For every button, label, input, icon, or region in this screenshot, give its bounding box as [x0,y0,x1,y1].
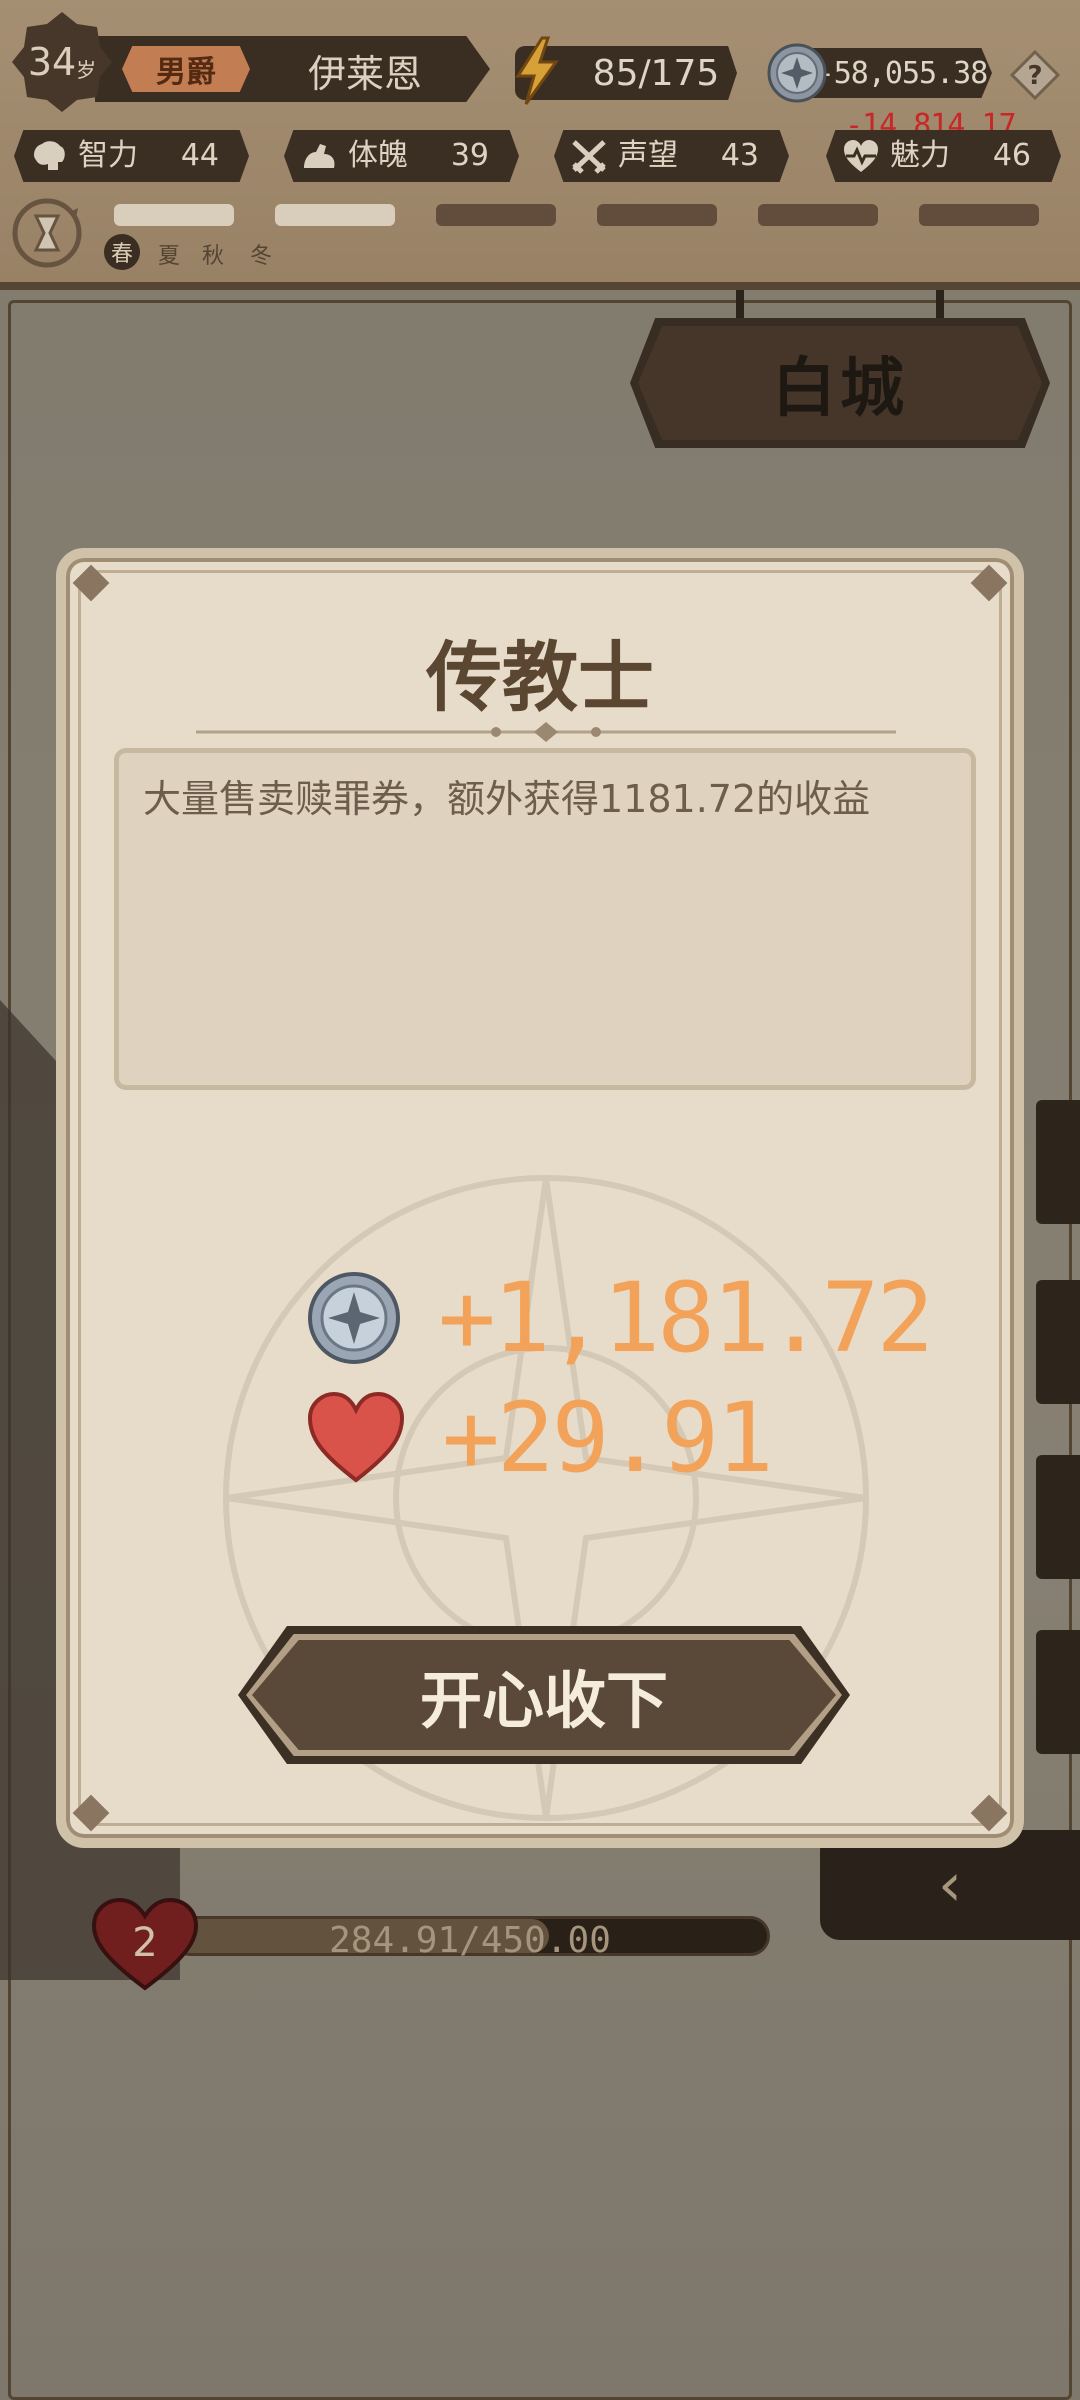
reward-charm: +29.91 [306,1382,774,1494]
heart-icon [307,1392,405,1483]
reward-coins: +1,181.72 [306,1262,934,1374]
ornament-divider [196,722,896,742]
dialog-description: 大量售卖赎罪券，额外获得1181.72的收益 [114,748,976,1090]
silver-coin-icon [308,1272,400,1364]
dialog-title: 传教士 [426,633,654,722]
accept-button-label: 开心收下 [252,1640,836,1750]
event-dialog: 传教士 大量售卖赎罪券，额外获得1181.72的收益 +1,181.72 +29… [56,548,1024,1848]
reward-amount: +1,181.72 [438,1262,934,1374]
accept-button[interactable]: 开心收下 [238,1626,850,1764]
reward-amount: +29.91 [442,1382,774,1494]
